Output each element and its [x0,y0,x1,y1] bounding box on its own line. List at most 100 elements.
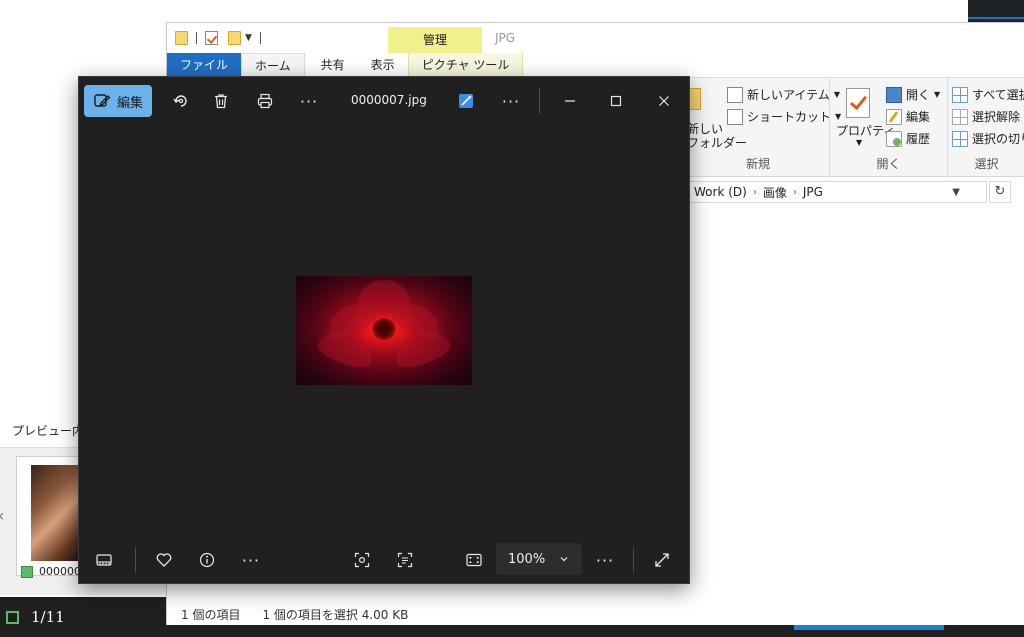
open-button[interactable]: 開く ▼ [886,86,940,103]
breadcrumb-jpg[interactable]: JPG [803,185,823,199]
toolbar-divider [135,547,136,573]
folder-icon[interactable] [175,31,188,45]
rotate-icon [173,95,187,107]
edit-button[interactable]: 編集 [886,108,930,125]
scan-text-icon [397,552,413,568]
refresh-icon[interactable]: ↻ [989,181,1011,203]
thumbnail-caption: 000000 [21,565,81,578]
visual-search-icon [354,552,370,568]
edit-label: 編集 [906,110,931,124]
chevron-down-icon: ▼ [934,90,941,99]
new-item-icon [727,86,743,103]
minimize-icon [565,100,575,102]
new-folder-icon[interactable] [228,31,241,45]
fullscreen-button[interactable] [645,544,679,576]
select-all-button[interactable]: すべて選択 [952,86,1024,103]
more-icon: ··· [241,550,261,570]
print-button[interactable] [249,85,281,117]
group-select-label: 選択 [974,157,999,171]
window-title: JPG [495,31,516,45]
magic-wand-icon [459,94,473,108]
taskbar-active-indicator [794,625,944,630]
properties-check-icon[interactable] [205,31,218,45]
status-selection: 1 個の項目を選択 4.00 KB [262,607,409,622]
shortcut-button[interactable]: ショートカット ▼ [727,108,841,125]
tab-home[interactable]: ホーム [241,53,305,77]
group-new-label: 新規 [745,157,770,171]
preview-label: プレビュー内 [12,424,85,438]
image-petal [390,325,454,373]
select-all-label: すべて選択 [972,88,1024,102]
edit-image-button[interactable]: 編集 [84,85,152,117]
address-history-chevron-icon[interactable]: ▼ [952,187,960,198]
chevron-left-icon[interactable]: ‹ [0,506,4,525]
image-petal [314,325,378,373]
customize-toolbar-chevron-icon[interactable]: ▼ [245,33,252,43]
filmstrip-button[interactable] [87,544,121,576]
breadcrumb-images[interactable]: 画像 [763,184,787,201]
viewer-toolbar: 編集 ··· 0000007.jpg ··· [79,77,689,125]
photo-viewer-window: 編集 ··· 0000007.jpg ··· ··· 100% ··· [78,76,690,584]
image-petal [358,280,410,314]
left-taskbar: 1/11 [0,597,166,637]
toolbar-separator [196,32,197,44]
app-icon[interactable] [6,610,19,624]
breadcrumb-separator-icon: › [792,186,797,198]
visual-search-button[interactable] [345,544,379,576]
more-icon: ··· [299,91,319,111]
more-icon: ··· [595,550,615,570]
status-item-count: 1 個の項目 [181,607,241,622]
thumbnail-card[interactable]: 000000 [16,456,81,578]
close-button[interactable] [647,85,681,117]
properties-icon[interactable] [846,88,870,118]
select-all-icon [952,86,968,103]
select-none-button[interactable]: 選択解除 [952,108,1020,125]
new-item-button[interactable]: 新しいアイテム ▼ [727,86,840,103]
rotate-button[interactable] [165,85,197,117]
favorite-button[interactable] [147,544,181,576]
new-item-label: 新しいアイテム [747,88,830,102]
quick-access-toolbar: ▼ [167,23,387,53]
chevron-down-icon: ▼ [856,138,863,147]
more-options-button-4[interactable]: ··· [589,544,621,576]
tab-picture-tools[interactable]: ピクチャ ツール [407,53,524,77]
delete-button[interactable] [205,85,237,117]
invert-selection-icon [952,130,968,147]
invert-selection-button[interactable]: 選択の切り [952,130,1024,147]
contextual-tab-group-label: 管理 [388,27,482,53]
group-open-label: 開く [876,157,901,171]
more-options-button-3[interactable]: ··· [235,544,267,576]
toolbar-separator [259,32,261,44]
more-options-button-2[interactable]: ··· [495,85,527,117]
thumbnail-image [31,465,81,561]
more-options-button[interactable]: ··· [293,85,325,117]
tab-file[interactable]: ファイル [167,53,242,77]
ribbon-group-new: 新しい フォルダー 新しいアイテム ▼ ショートカット ▼ 新規 [683,78,841,178]
maximize-icon [610,95,622,107]
shortcut-label: ショートカット [747,110,832,124]
bottom-taskbar [166,625,1024,637]
filmstrip-icon [96,554,112,566]
printer-icon [257,93,273,109]
page-counter: 1/11 [31,608,65,626]
enhance-button[interactable] [451,85,481,117]
new-folder-button[interactable]: 新しい フォルダー [687,122,747,150]
toolbar-divider [539,88,540,114]
minimize-button[interactable] [553,85,587,117]
tab-view[interactable]: 表示 [358,53,408,77]
close-icon [659,96,669,106]
breadcrumb-drive[interactable]: Work (D) [694,185,747,199]
ribbon-group-select: すべて選択 選択解除 選択の切り 選択 [948,78,1024,178]
tab-share[interactable]: 共有 [305,53,358,77]
toolbar-divider [633,547,634,573]
info-button[interactable] [190,544,224,576]
displayed-image[interactable] [296,276,472,385]
history-button[interactable]: 履歴 [886,130,930,147]
heart-icon [156,553,172,567]
zoom-dropdown[interactable]: 100% [496,543,582,575]
edit-image-icon [94,94,111,107]
fit-to-window-button[interactable] [457,544,491,576]
maximize-button[interactable] [599,85,633,117]
chevron-down-icon [560,557,568,562]
extract-text-button[interactable] [388,544,422,576]
